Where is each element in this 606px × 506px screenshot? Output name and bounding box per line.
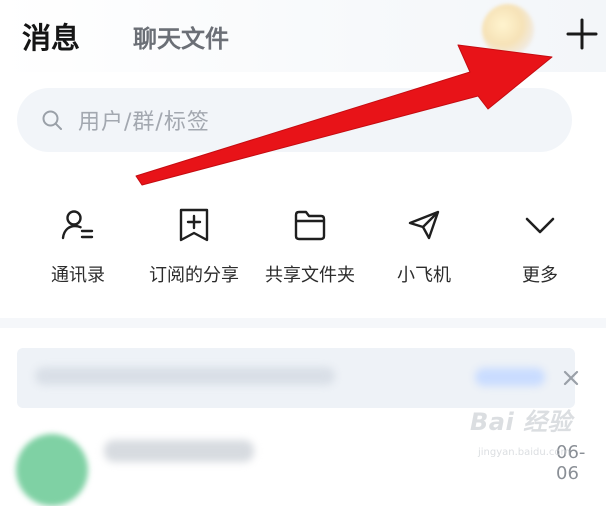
close-icon[interactable] — [560, 367, 582, 389]
folder-icon — [292, 207, 328, 243]
quick-action-label: 通讯录 — [51, 265, 105, 286]
quick-actions: 通讯录 订阅的分享 共享文件夹 小飞机 更多 — [0, 195, 606, 295]
quick-action-shared-folder[interactable]: 共享文件夹 — [250, 195, 370, 295]
avatar[interactable] — [482, 4, 534, 56]
section-divider — [0, 318, 606, 328]
add-button[interactable] — [562, 14, 602, 54]
tab-messages[interactable]: 消息 — [22, 15, 80, 57]
paper-plane-icon — [406, 207, 442, 243]
notice-banner[interactable] — [17, 348, 575, 408]
chat-name-blurred — [104, 440, 254, 462]
chat-avatar — [16, 434, 88, 506]
search-icon — [42, 110, 62, 130]
watermark-text: Bai 经验 — [470, 408, 573, 436]
quick-action-label: 更多 — [522, 265, 558, 286]
search-bar[interactable]: 用户/群/标签 — [17, 88, 572, 152]
quick-action-paper-plane[interactable]: 小飞机 — [364, 195, 484, 295]
plus-icon — [566, 18, 598, 50]
chevron-down-icon — [522, 207, 558, 243]
notice-link-blurred[interactable] — [475, 368, 545, 386]
quick-action-label: 共享文件夹 — [265, 265, 355, 286]
quick-action-label: 订阅的分享 — [149, 265, 239, 286]
quick-action-label: 小飞机 — [397, 265, 451, 286]
tab-chat-files[interactable]: 聊天文件 — [133, 19, 229, 54]
watermark-logo: Bai 经验 jingyan.baidu.com — [468, 402, 574, 466]
watermark-subtext: jingyan.baidu.com — [478, 447, 571, 458]
subscription-icon — [176, 207, 212, 243]
search-placeholder: 用户/群/标签 — [78, 110, 210, 135]
notice-text-blurred — [35, 367, 335, 385]
quick-action-subscriptions[interactable]: 订阅的分享 — [134, 195, 254, 295]
quick-action-contacts[interactable]: 通讯录 — [18, 195, 138, 295]
quick-action-more[interactable]: 更多 — [480, 195, 600, 295]
contacts-icon — [60, 207, 96, 243]
